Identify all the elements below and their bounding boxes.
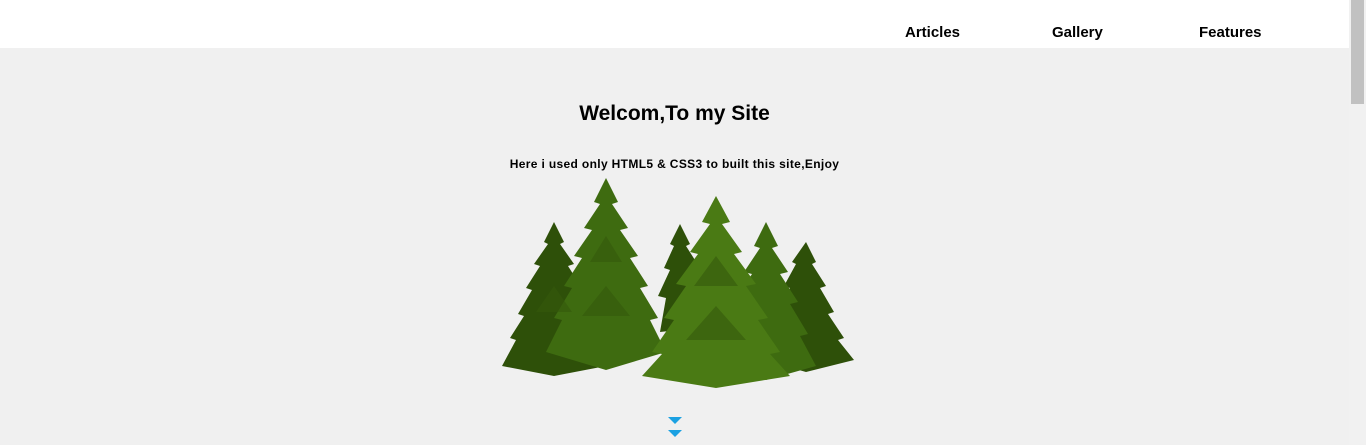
double-chevron-down-icon[interactable] bbox=[667, 415, 683, 439]
nav-link-articles[interactable]: Articles bbox=[905, 24, 960, 41]
chevron-down-icon-upper bbox=[668, 417, 682, 424]
chevron-down-icon-lower bbox=[668, 430, 682, 437]
scrollbar-thumb[interactable] bbox=[1351, 0, 1364, 104]
site-header: Articles Gallery Features bbox=[0, 0, 1349, 48]
pine-trees-illustration bbox=[502, 178, 854, 388]
nav-link-features[interactable]: Features bbox=[1199, 24, 1262, 41]
hero-title: Welcom,To my Site bbox=[579, 102, 770, 125]
nav-link-gallery[interactable]: Gallery bbox=[1052, 24, 1103, 41]
hero-subtitle: Here i used only HTML5 & CSS3 to built t… bbox=[509, 157, 840, 171]
